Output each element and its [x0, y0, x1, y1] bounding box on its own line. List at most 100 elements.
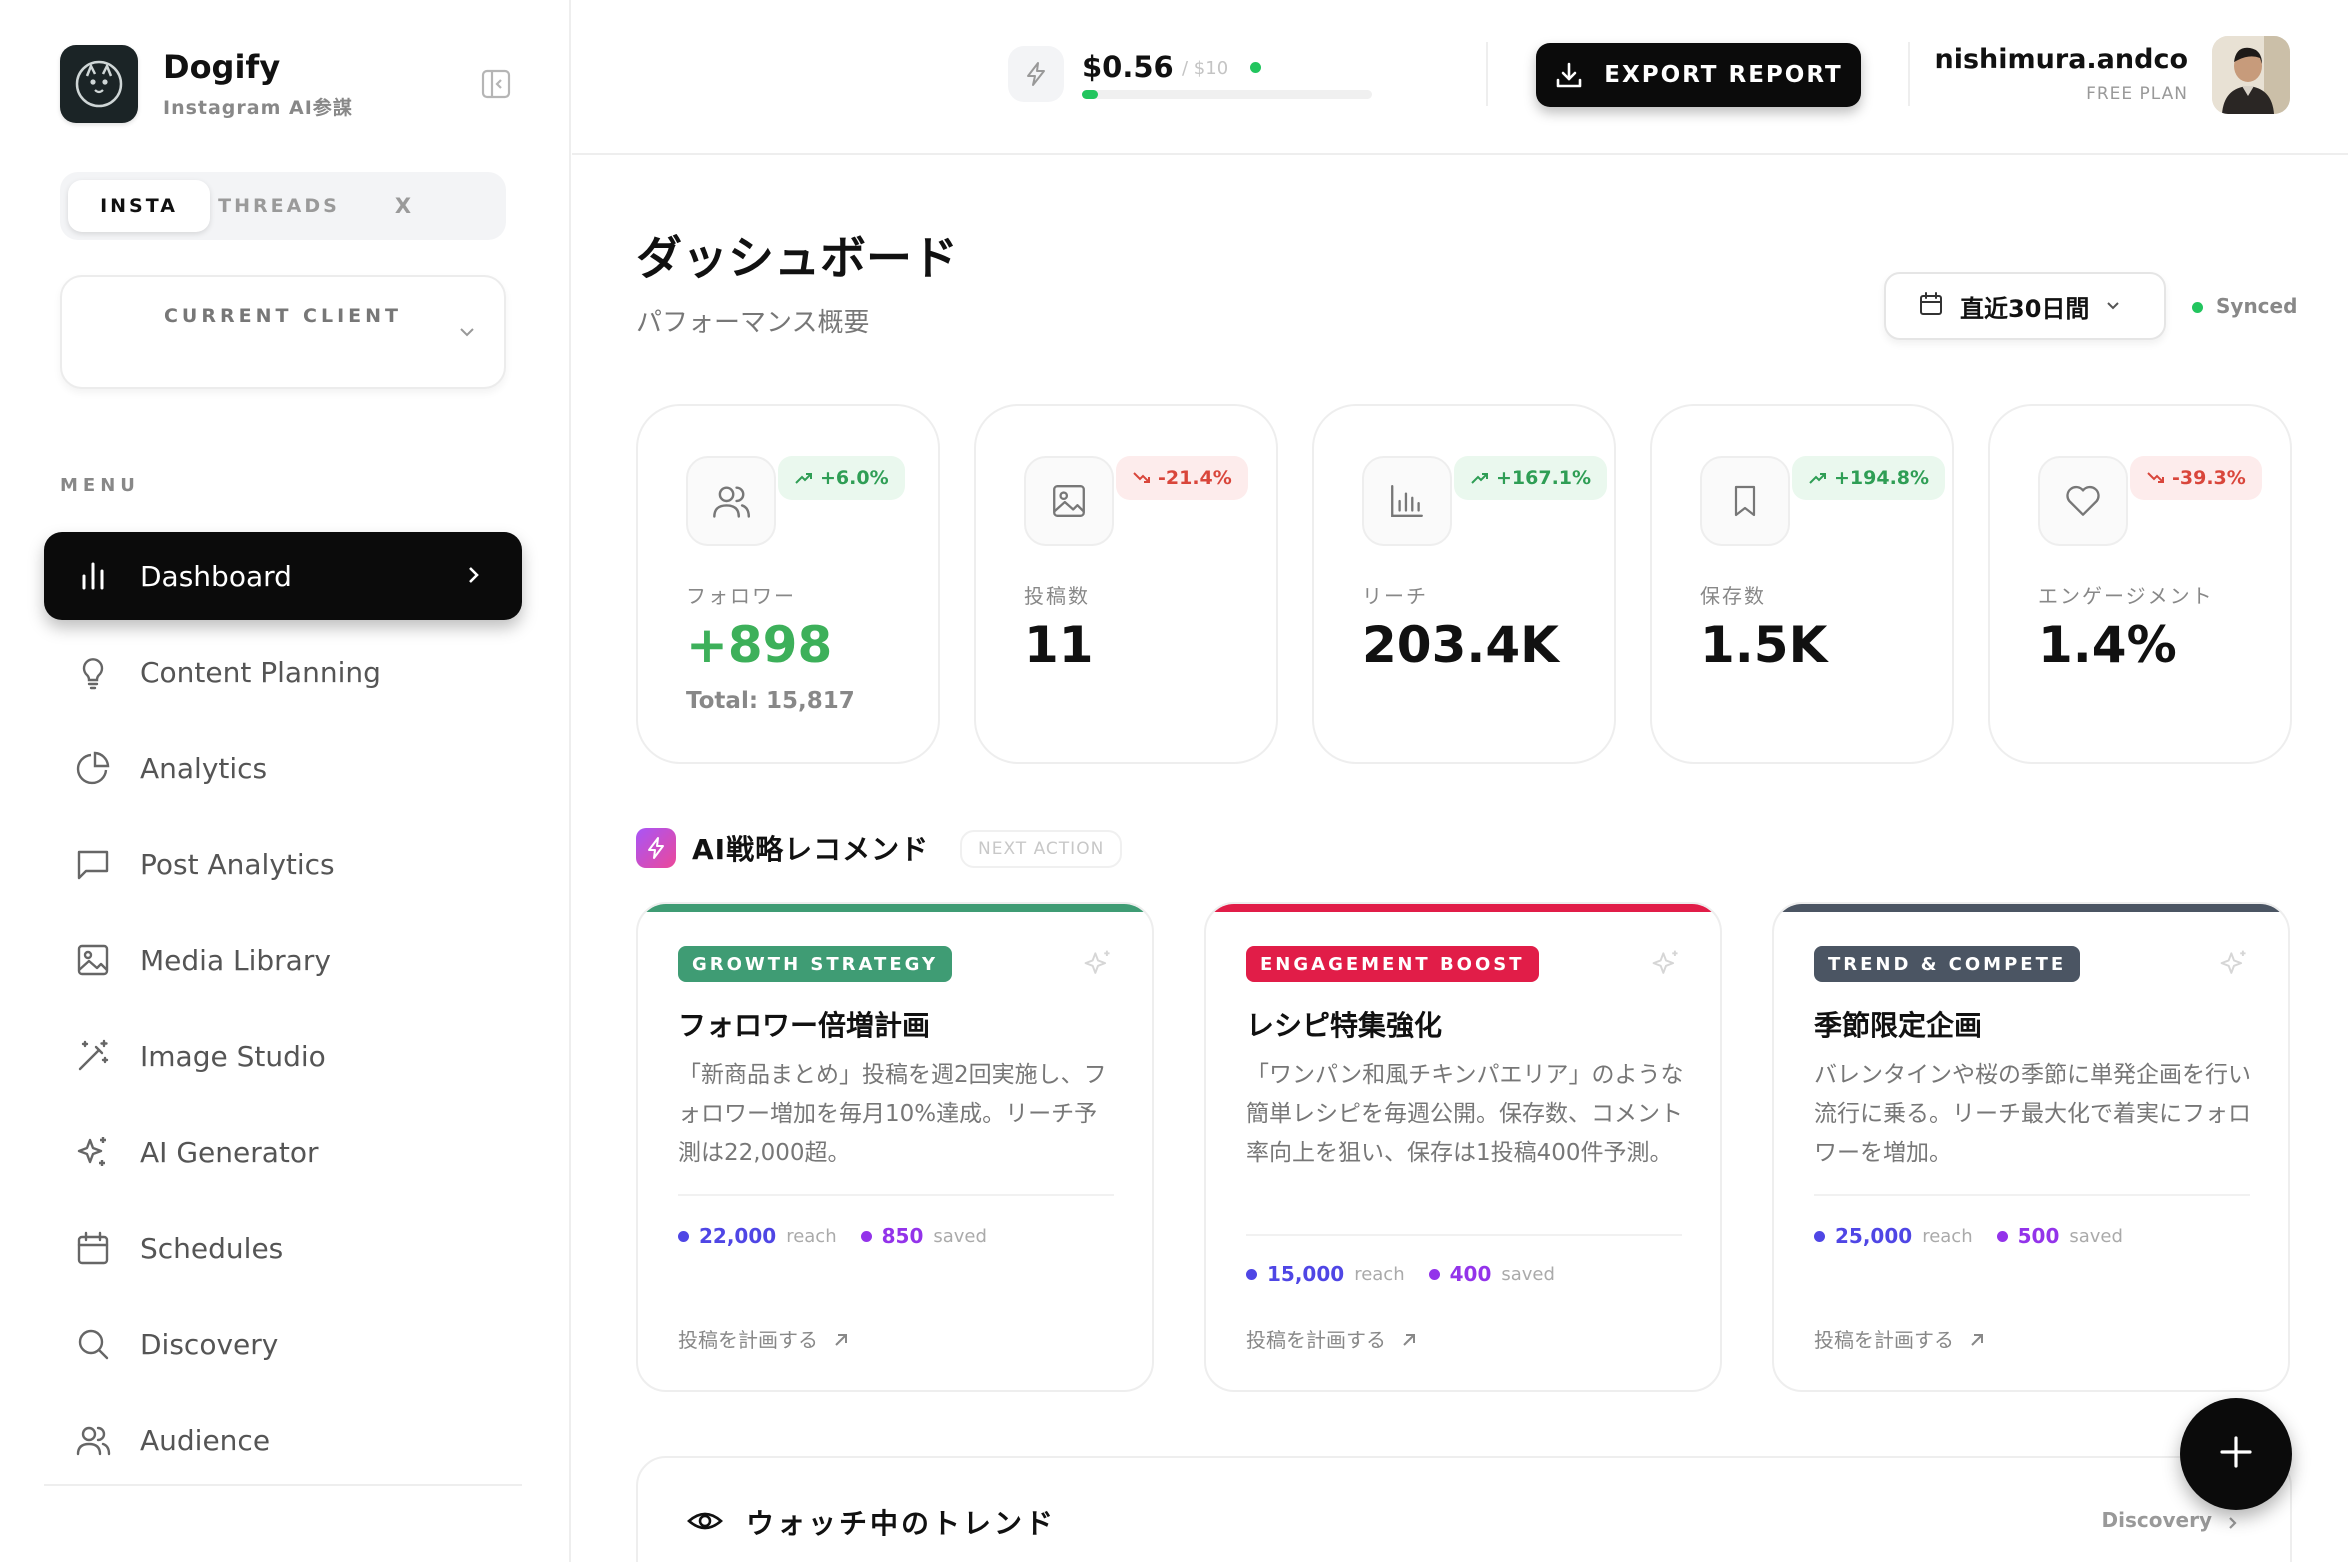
search-icon: [74, 1325, 112, 1363]
tab-x[interactable]: X: [348, 180, 458, 232]
stat-change-value: +194.8%: [1834, 467, 1930, 489]
chevron-down-icon: [2103, 296, 2123, 316]
date-range-label: 直近30日間: [1960, 294, 2090, 323]
sidebar-item-schedules[interactable]: Schedules: [44, 1204, 522, 1292]
recommendation-card[interactable]: GROWTH STRATEGY フォロワー倍増計画 「新商品まとめ」投稿を週2回…: [636, 902, 1154, 1392]
sidebar-item-audience[interactable]: Audience: [44, 1396, 522, 1484]
recommendation-body: 「ワンパン和風チキンパエリア」のような簡単レシピを毎週公開。保存数、コメント率向…: [1246, 1062, 1684, 1166]
sparkles-icon[interactable]: [1082, 948, 1114, 980]
plan-post-link[interactable]: 投稿を計画する: [678, 1324, 850, 1353]
stat-card-followers[interactable]: +6.0% フォロワー +898 Total: 15,817: [636, 404, 940, 764]
sparkles-icon: [74, 1133, 112, 1171]
users-icon: [686, 456, 776, 546]
recommendation-metrics: 22,000 reach 850 saved: [678, 1224, 1011, 1248]
arrow-up-right-icon: [1400, 1330, 1418, 1348]
sidebar-item-ai-generator[interactable]: AI Generator: [44, 1108, 522, 1196]
export-report-label: EXPORT REPORT: [1604, 62, 1843, 88]
recommendation-metrics: 25,000 reach 500 saved: [1814, 1224, 2147, 1248]
sidebar-item-image-studio[interactable]: Image Studio: [44, 1012, 522, 1100]
chevron-down-icon: [456, 321, 478, 343]
recommendation-body: 「新商品まとめ」投稿を週2回実施し、フォロワー増加を毎月10%達成。リーチ予測は…: [678, 1062, 1107, 1166]
client-selector[interactable]: CURRENT CLIENT: [60, 275, 506, 389]
user-name[interactable]: nishimura.andco: [1935, 44, 2189, 75]
header-divider: [1908, 42, 1910, 106]
sidebar-item-label: Analytics: [140, 751, 268, 785]
plus-icon: [2216, 1432, 2256, 1476]
stat-change-badge: -21.4%: [1116, 456, 1248, 500]
eye-icon: [686, 1502, 724, 1540]
bar-chart-icon: [74, 557, 112, 595]
sidebar-item-label: Dashboard: [140, 559, 292, 593]
client-selector-label: CURRENT CLIENT: [163, 305, 403, 327]
date-range-selector[interactable]: 直近30日間: [1884, 272, 2166, 340]
export-report-button[interactable]: EXPORT REPORT: [1536, 43, 1861, 107]
sync-status: Synced: [2216, 294, 2298, 318]
image-icon: [74, 941, 112, 979]
menu-heading: MENU: [60, 475, 140, 496]
stat-card-engagement[interactable]: -39.3% エンゲージメント 1.4%: [1988, 404, 2292, 764]
plan-post-link[interactable]: 投稿を計画する: [1246, 1324, 1418, 1353]
credit-limit: / $10: [1182, 58, 1229, 79]
watched-trends-card: ウォッチ中のトレンド Discovery: [636, 1456, 2292, 1562]
trends-title: ウォッチ中のトレンド: [746, 1507, 1057, 1540]
sidebar-item-post-analytics[interactable]: Post Analytics: [44, 820, 522, 908]
credit-progress-bar: [1082, 90, 1372, 99]
stat-change-value: +167.1%: [1496, 467, 1592, 489]
user-plan: FREE PLAN: [2086, 84, 2188, 104]
recommendation-title: フォロワー倍増計画: [678, 1009, 931, 1042]
sidebar-collapse-icon[interactable]: [480, 68, 512, 100]
sparkles-icon[interactable]: [1650, 948, 1682, 980]
recommendation-card[interactable]: ENGAGEMENT BOOST レシピ特集強化 「ワンパン和風チキンパエリア」…: [1204, 902, 1722, 1392]
header-divider: [1486, 42, 1488, 106]
credit-amount: $0.56: [1082, 50, 1174, 84]
saved-value: 850: [881, 1224, 924, 1248]
discovery-link-label: Discovery: [2101, 1508, 2212, 1532]
stat-change-badge: +194.8%: [1792, 456, 1946, 500]
stat-card-saves[interactable]: +194.8% 保存数 1.5K: [1650, 404, 1954, 764]
avatar[interactable]: [2212, 36, 2290, 114]
stat-change-value: -39.3%: [2172, 467, 2246, 489]
arrow-up-right-icon: [832, 1330, 850, 1348]
recommendation-metrics: 15,000 reach 400 saved: [1246, 1262, 1579, 1286]
reach-dot: [1246, 1268, 1257, 1280]
saved-dot: [1428, 1268, 1440, 1280]
tab-threads[interactable]: THREADS: [210, 180, 348, 232]
heart-icon: [2038, 456, 2128, 546]
sidebar: Dogify Instagram AI参謀 INSTA THREADS X CU…: [0, 0, 571, 1562]
stat-card-reach[interactable]: +167.1% リーチ 203.4K: [1312, 404, 1616, 764]
plan-post-label: 投稿を計画する: [678, 1328, 818, 1352]
recommendation-card[interactable]: TREND & COMPETE 季節限定企画 バレンタインや桜の季節に単発企画を…: [1772, 902, 2290, 1392]
stat-card-posts[interactable]: -21.4% 投稿数 11: [974, 404, 1278, 764]
recommendation-title: レシピ特集強化: [1246, 1009, 1443, 1042]
reach-unit: reach: [786, 1225, 837, 1247]
saved-value: 400: [1449, 1262, 1492, 1286]
recommendation-title: 季節限定企画: [1814, 1009, 1983, 1042]
plan-post-link[interactable]: 投稿を計画する: [1814, 1324, 1986, 1353]
brand-name: Dogify: [163, 48, 281, 87]
sidebar-item-discovery[interactable]: Discovery: [44, 1300, 522, 1388]
brand[interactable]: Dogify Instagram AI参謀: [60, 45, 353, 123]
stat-change-badge: +167.1%: [1454, 456, 1608, 500]
page-subtitle: パフォーマンス概要: [636, 308, 870, 338]
saved-value: 500: [2017, 1224, 2060, 1248]
trend-down-icon: [2146, 468, 2166, 488]
sidebar-item-media-library[interactable]: Media Library: [44, 916, 522, 1004]
discovery-link[interactable]: Discovery: [2102, 1508, 2240, 1532]
add-button[interactable]: [2180, 1398, 2292, 1510]
stat-total: Total: 15,817: [686, 688, 855, 714]
ai-section-title: AI戦略レコメンド: [692, 833, 930, 866]
sidebar-item-analytics[interactable]: Analytics: [44, 724, 522, 812]
sidebar-item-content-planning[interactable]: Content Planning: [44, 628, 522, 716]
sidebar-item-label: Media Library: [140, 943, 331, 977]
tab-insta[interactable]: INSTA: [68, 180, 210, 232]
stat-change-badge: +6.0%: [778, 456, 905, 500]
sparkles-icon[interactable]: [2218, 948, 2250, 980]
platform-tabs: INSTA THREADS X: [60, 172, 506, 240]
reach-value: 25,000: [1835, 1224, 1913, 1248]
arrow-up-right-icon: [1968, 1330, 1986, 1348]
sync-status-dot: [2192, 302, 2203, 313]
page-title: ダッシュボード: [636, 231, 958, 285]
sidebar-item-dashboard[interactable]: Dashboard: [44, 532, 522, 620]
main-menu: Dashboard Content Planning Analytics Pos…: [44, 532, 522, 1492]
top-header: $0.56 / $10 EXPORT REPORT nishimura.andc…: [572, 0, 2348, 155]
